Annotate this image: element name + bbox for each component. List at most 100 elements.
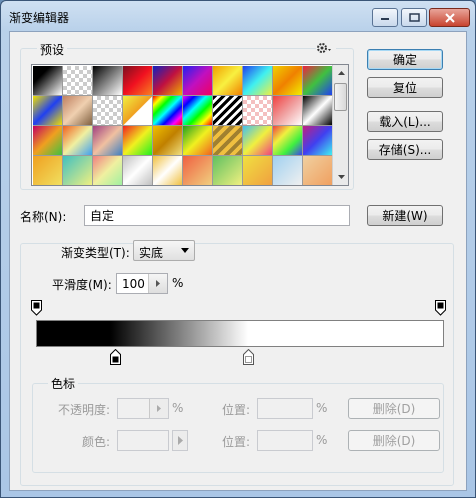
opacity-location-label: 位置: — [222, 403, 251, 417]
opacity-stop-right[interactable] — [435, 300, 446, 316]
window-title: 渐变编辑器 — [9, 11, 70, 25]
title-bar[interactable]: 渐变编辑器 — [1, 1, 475, 31]
preset-swatch[interactable] — [303, 156, 332, 185]
preset-swatch[interactable] — [273, 66, 302, 95]
reset-button[interactable]: 复位 — [367, 77, 443, 98]
preset-swatch[interactable] — [33, 96, 62, 125]
opacity-unit: % — [172, 401, 184, 415]
scroll-down-button[interactable] — [333, 169, 348, 185]
opacity-label: 不透明度: — [58, 403, 111, 417]
gradient-type-label: 渐变类型(T): — [58, 244, 133, 261]
scroll-thumb[interactable] — [334, 83, 347, 111]
preset-swatch[interactable] — [93, 96, 122, 125]
preset-swatch[interactable] — [243, 66, 272, 95]
delete-opacity-stop-button[interactable]: 删除(D) — [348, 398, 440, 419]
preset-swatch[interactable] — [273, 126, 302, 155]
preset-swatch[interactable] — [63, 66, 92, 95]
preset-swatch[interactable] — [273, 96, 302, 125]
preset-swatch[interactable] — [243, 96, 272, 125]
save-button[interactable]: 存储(S)... — [367, 139, 443, 160]
preset-swatch[interactable] — [63, 156, 92, 185]
chevron-down-icon — [181, 248, 189, 253]
color-label: 颜色: — [82, 435, 111, 449]
presets-menu-button[interactable] — [316, 41, 336, 55]
color-stop-black[interactable] — [110, 349, 121, 365]
smoothness-arrow-button[interactable] — [148, 274, 167, 293]
maximize-button[interactable] — [401, 8, 427, 27]
gradient-type-value: 实底 — [139, 246, 164, 260]
ok-button[interactable]: 确定 — [367, 49, 443, 70]
opacity-location-field[interactable] — [257, 398, 313, 419]
opacity-arrow-button[interactable] — [149, 399, 168, 418]
preset-swatch[interactable] — [153, 66, 182, 95]
presets-list[interactable] — [31, 64, 349, 186]
gear-icon — [317, 43, 331, 53]
preset-swatch[interactable] — [153, 156, 182, 185]
new-button[interactable]: 新建(W) — [367, 205, 443, 226]
preset-swatch[interactable] — [243, 156, 272, 185]
preset-swatch[interactable] — [93, 126, 122, 155]
minimize-icon — [381, 17, 389, 20]
preset-swatch[interactable] — [153, 126, 182, 155]
close-button[interactable] — [429, 8, 470, 27]
preset-swatch[interactable] — [33, 156, 62, 185]
preset-swatch[interactable] — [303, 96, 332, 125]
preset-swatch[interactable] — [93, 66, 122, 95]
name-label: 名称(N): — [20, 210, 67, 224]
chevron-down-icon — [337, 175, 345, 179]
preset-swatch[interactable] — [183, 126, 212, 155]
chevron-right-icon — [157, 405, 161, 412]
preset-swatch[interactable] — [213, 66, 242, 95]
color-menu-button[interactable] — [172, 430, 188, 451]
preset-swatch[interactable] — [33, 126, 62, 155]
preset-swatch[interactable] — [63, 126, 92, 155]
preset-swatch[interactable] — [273, 156, 302, 185]
preset-swatch[interactable] — [213, 126, 242, 155]
color-stops-legend: 色标 — [48, 375, 79, 392]
preset-swatch[interactable] — [213, 96, 242, 125]
smoothness-field[interactable]: 100 — [116, 273, 168, 294]
close-icon — [444, 12, 455, 23]
preset-swatch[interactable] — [153, 96, 182, 125]
color-swatch-field[interactable] — [117, 430, 169, 451]
opacity-location-unit: % — [316, 401, 328, 415]
chevron-right-icon — [177, 436, 183, 445]
color-stop-white[interactable] — [243, 349, 254, 365]
preset-swatch[interactable] — [63, 96, 92, 125]
preset-swatch[interactable] — [123, 96, 152, 125]
preset-swatch[interactable] — [183, 96, 212, 125]
preset-swatch[interactable] — [213, 156, 242, 185]
opacity-stop-left[interactable] — [31, 300, 42, 316]
minimize-button[interactable] — [372, 8, 398, 27]
maximize-icon — [408, 13, 420, 22]
color-location-label: 位置: — [222, 435, 251, 449]
preset-swatch[interactable] — [33, 66, 62, 95]
gradient-editor-window: 渐变编辑器 预设 确定 复位 载入(L)... 存储(S)... 名称(N): … — [0, 0, 476, 498]
chevron-up-icon — [337, 71, 345, 75]
smoothness-value: 100 — [122, 277, 145, 291]
opacity-field[interactable] — [117, 398, 169, 419]
chevron-right-icon — [156, 280, 160, 287]
color-stops-group — [32, 383, 444, 473]
presets-legend: 预设 — [37, 41, 68, 58]
smoothness-label: 平滑度(M): — [52, 278, 112, 292]
preset-swatch[interactable] — [243, 126, 272, 155]
preset-swatch[interactable] — [123, 156, 152, 185]
preset-swatch[interactable] — [303, 66, 332, 95]
gradient-preview-bar[interactable] — [36, 320, 444, 347]
preset-swatch[interactable] — [183, 66, 212, 95]
color-location-field[interactable] — [257, 430, 313, 451]
preset-swatch[interactable] — [303, 126, 332, 155]
scroll-up-button[interactable] — [333, 65, 348, 81]
preset-swatch[interactable] — [93, 156, 122, 185]
name-field[interactable] — [84, 205, 350, 226]
preset-swatch[interactable] — [123, 126, 152, 155]
preset-swatch[interactable] — [183, 156, 212, 185]
presets-scrollbar[interactable] — [332, 65, 348, 185]
gradient-type-select[interactable]: 实底 — [133, 240, 195, 261]
preset-swatch[interactable] — [123, 66, 152, 95]
preset-swatch-grid[interactable] — [33, 66, 336, 185]
delete-color-stop-button[interactable]: 删除(D) — [348, 430, 440, 451]
load-button[interactable]: 载入(L)... — [367, 111, 443, 132]
dialog-body: 预设 确定 复位 载入(L)... 存储(S)... 名称(N): 自定 新建(… — [9, 31, 467, 491]
